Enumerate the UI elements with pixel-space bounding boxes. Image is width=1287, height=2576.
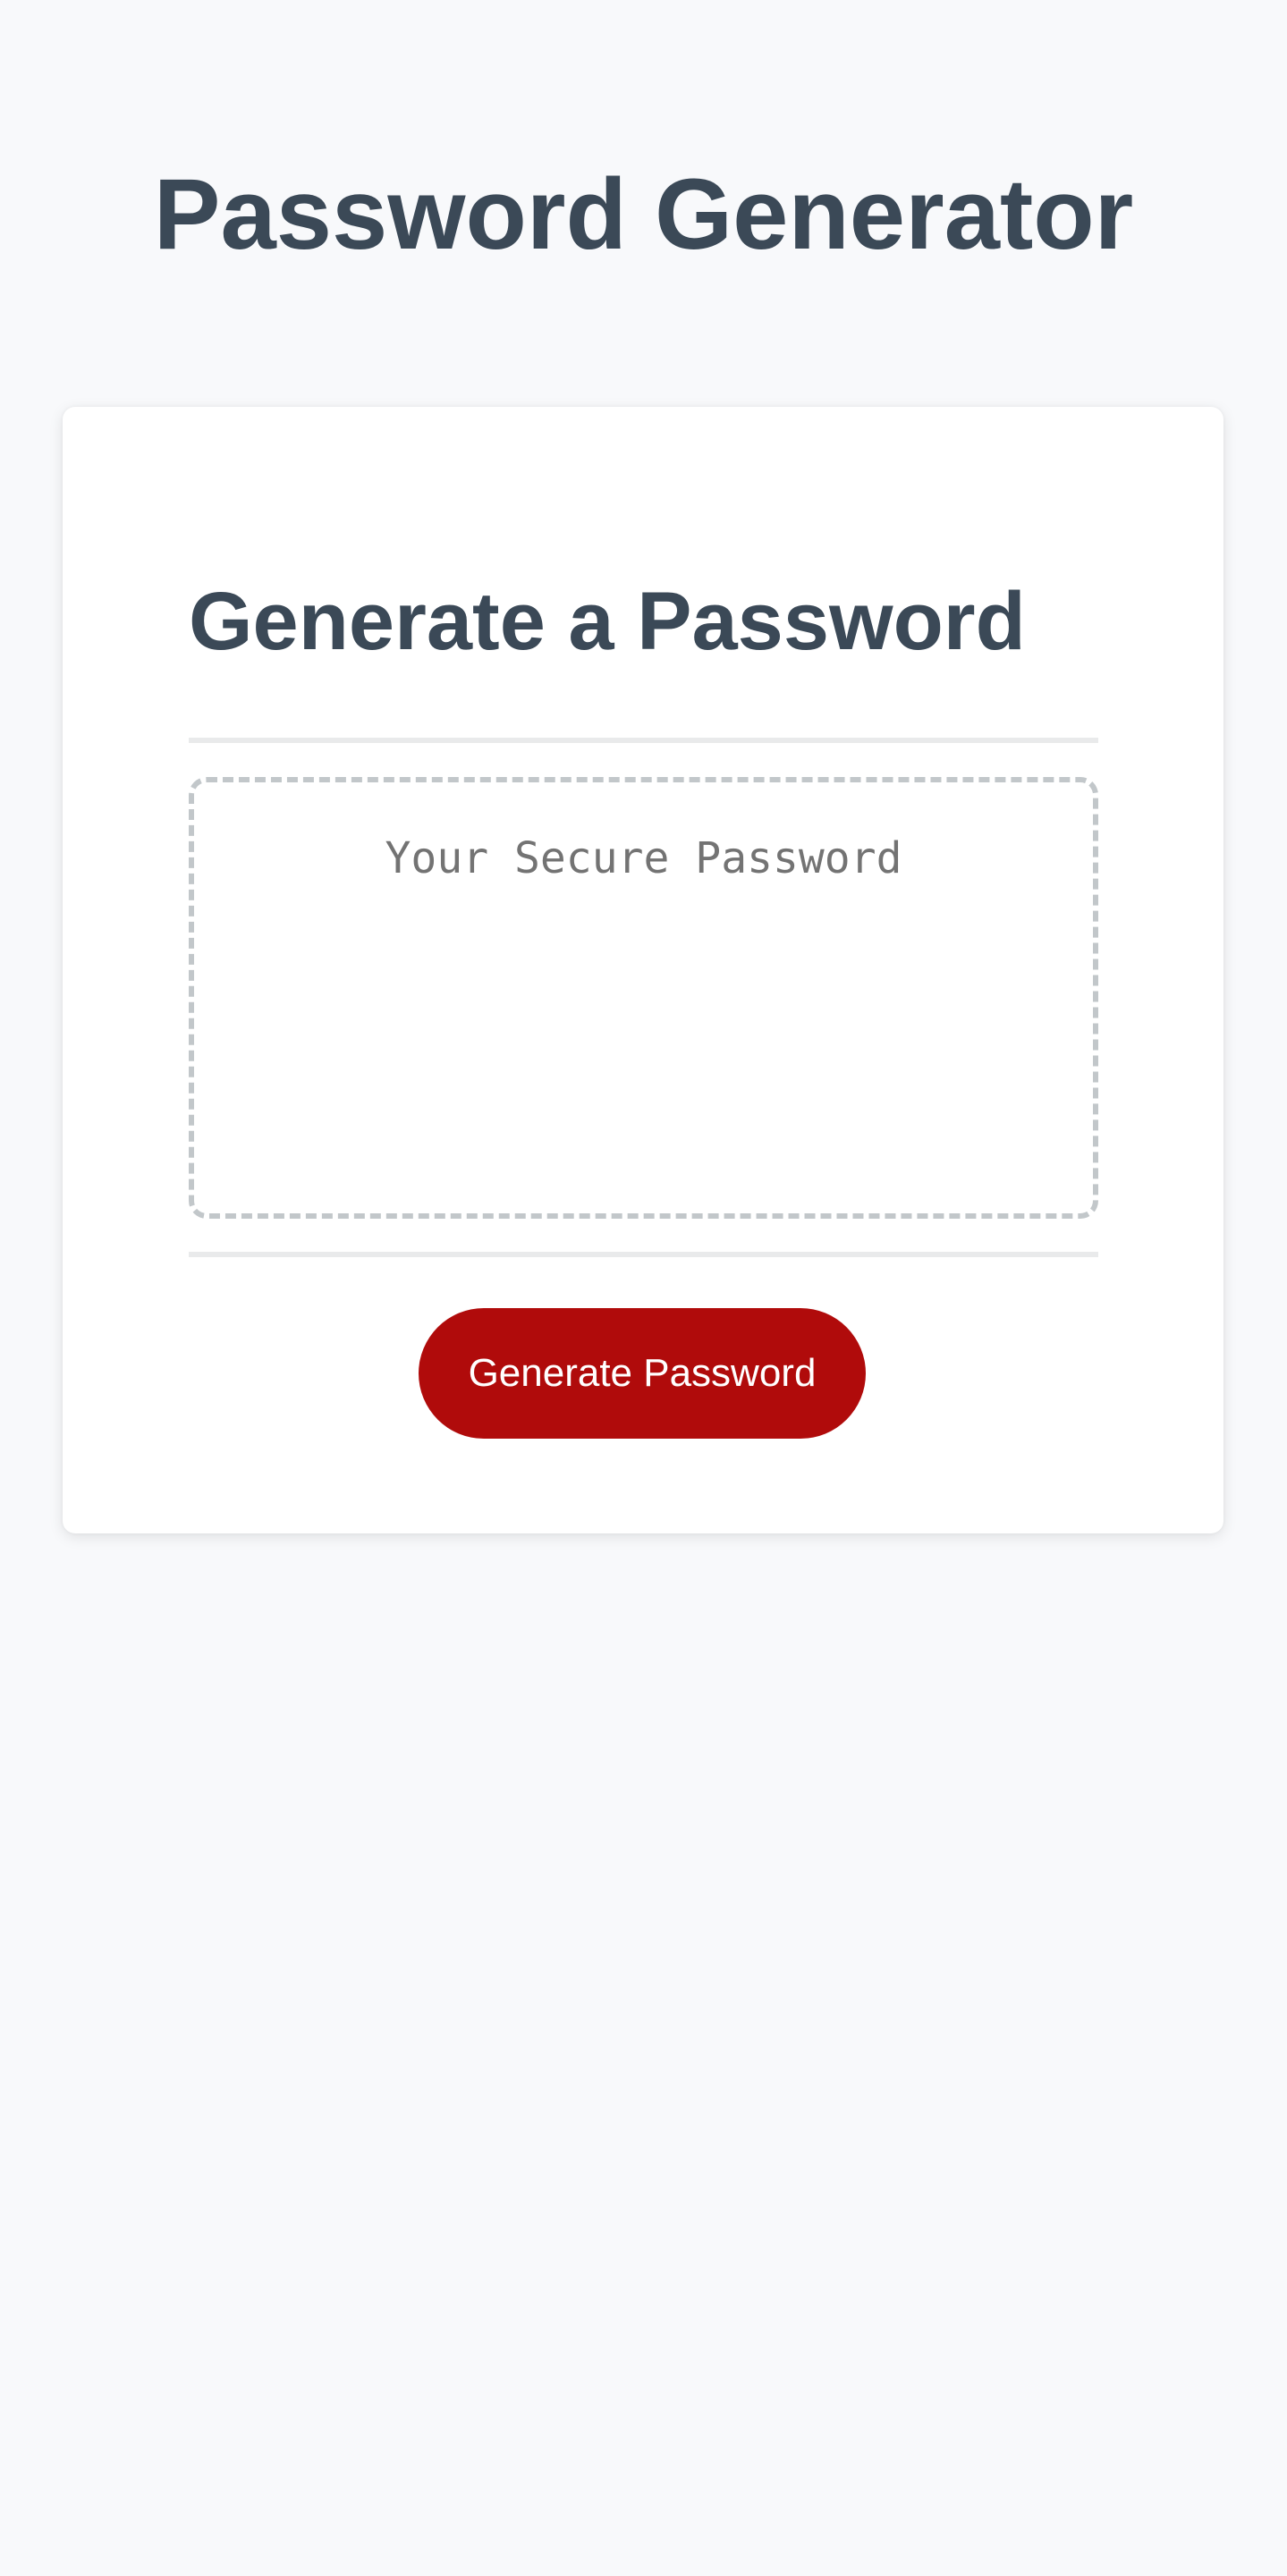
page-title: Password Generator xyxy=(153,158,1134,270)
generate-password-button[interactable]: Generate Password xyxy=(419,1308,866,1439)
divider-bottom xyxy=(189,1252,1098,1257)
password-output[interactable] xyxy=(189,777,1098,1219)
divider-top xyxy=(189,738,1098,743)
password-card: Generate a Password Generate Password xyxy=(63,407,1223,1533)
card-title: Generate a Password xyxy=(189,576,1026,667)
